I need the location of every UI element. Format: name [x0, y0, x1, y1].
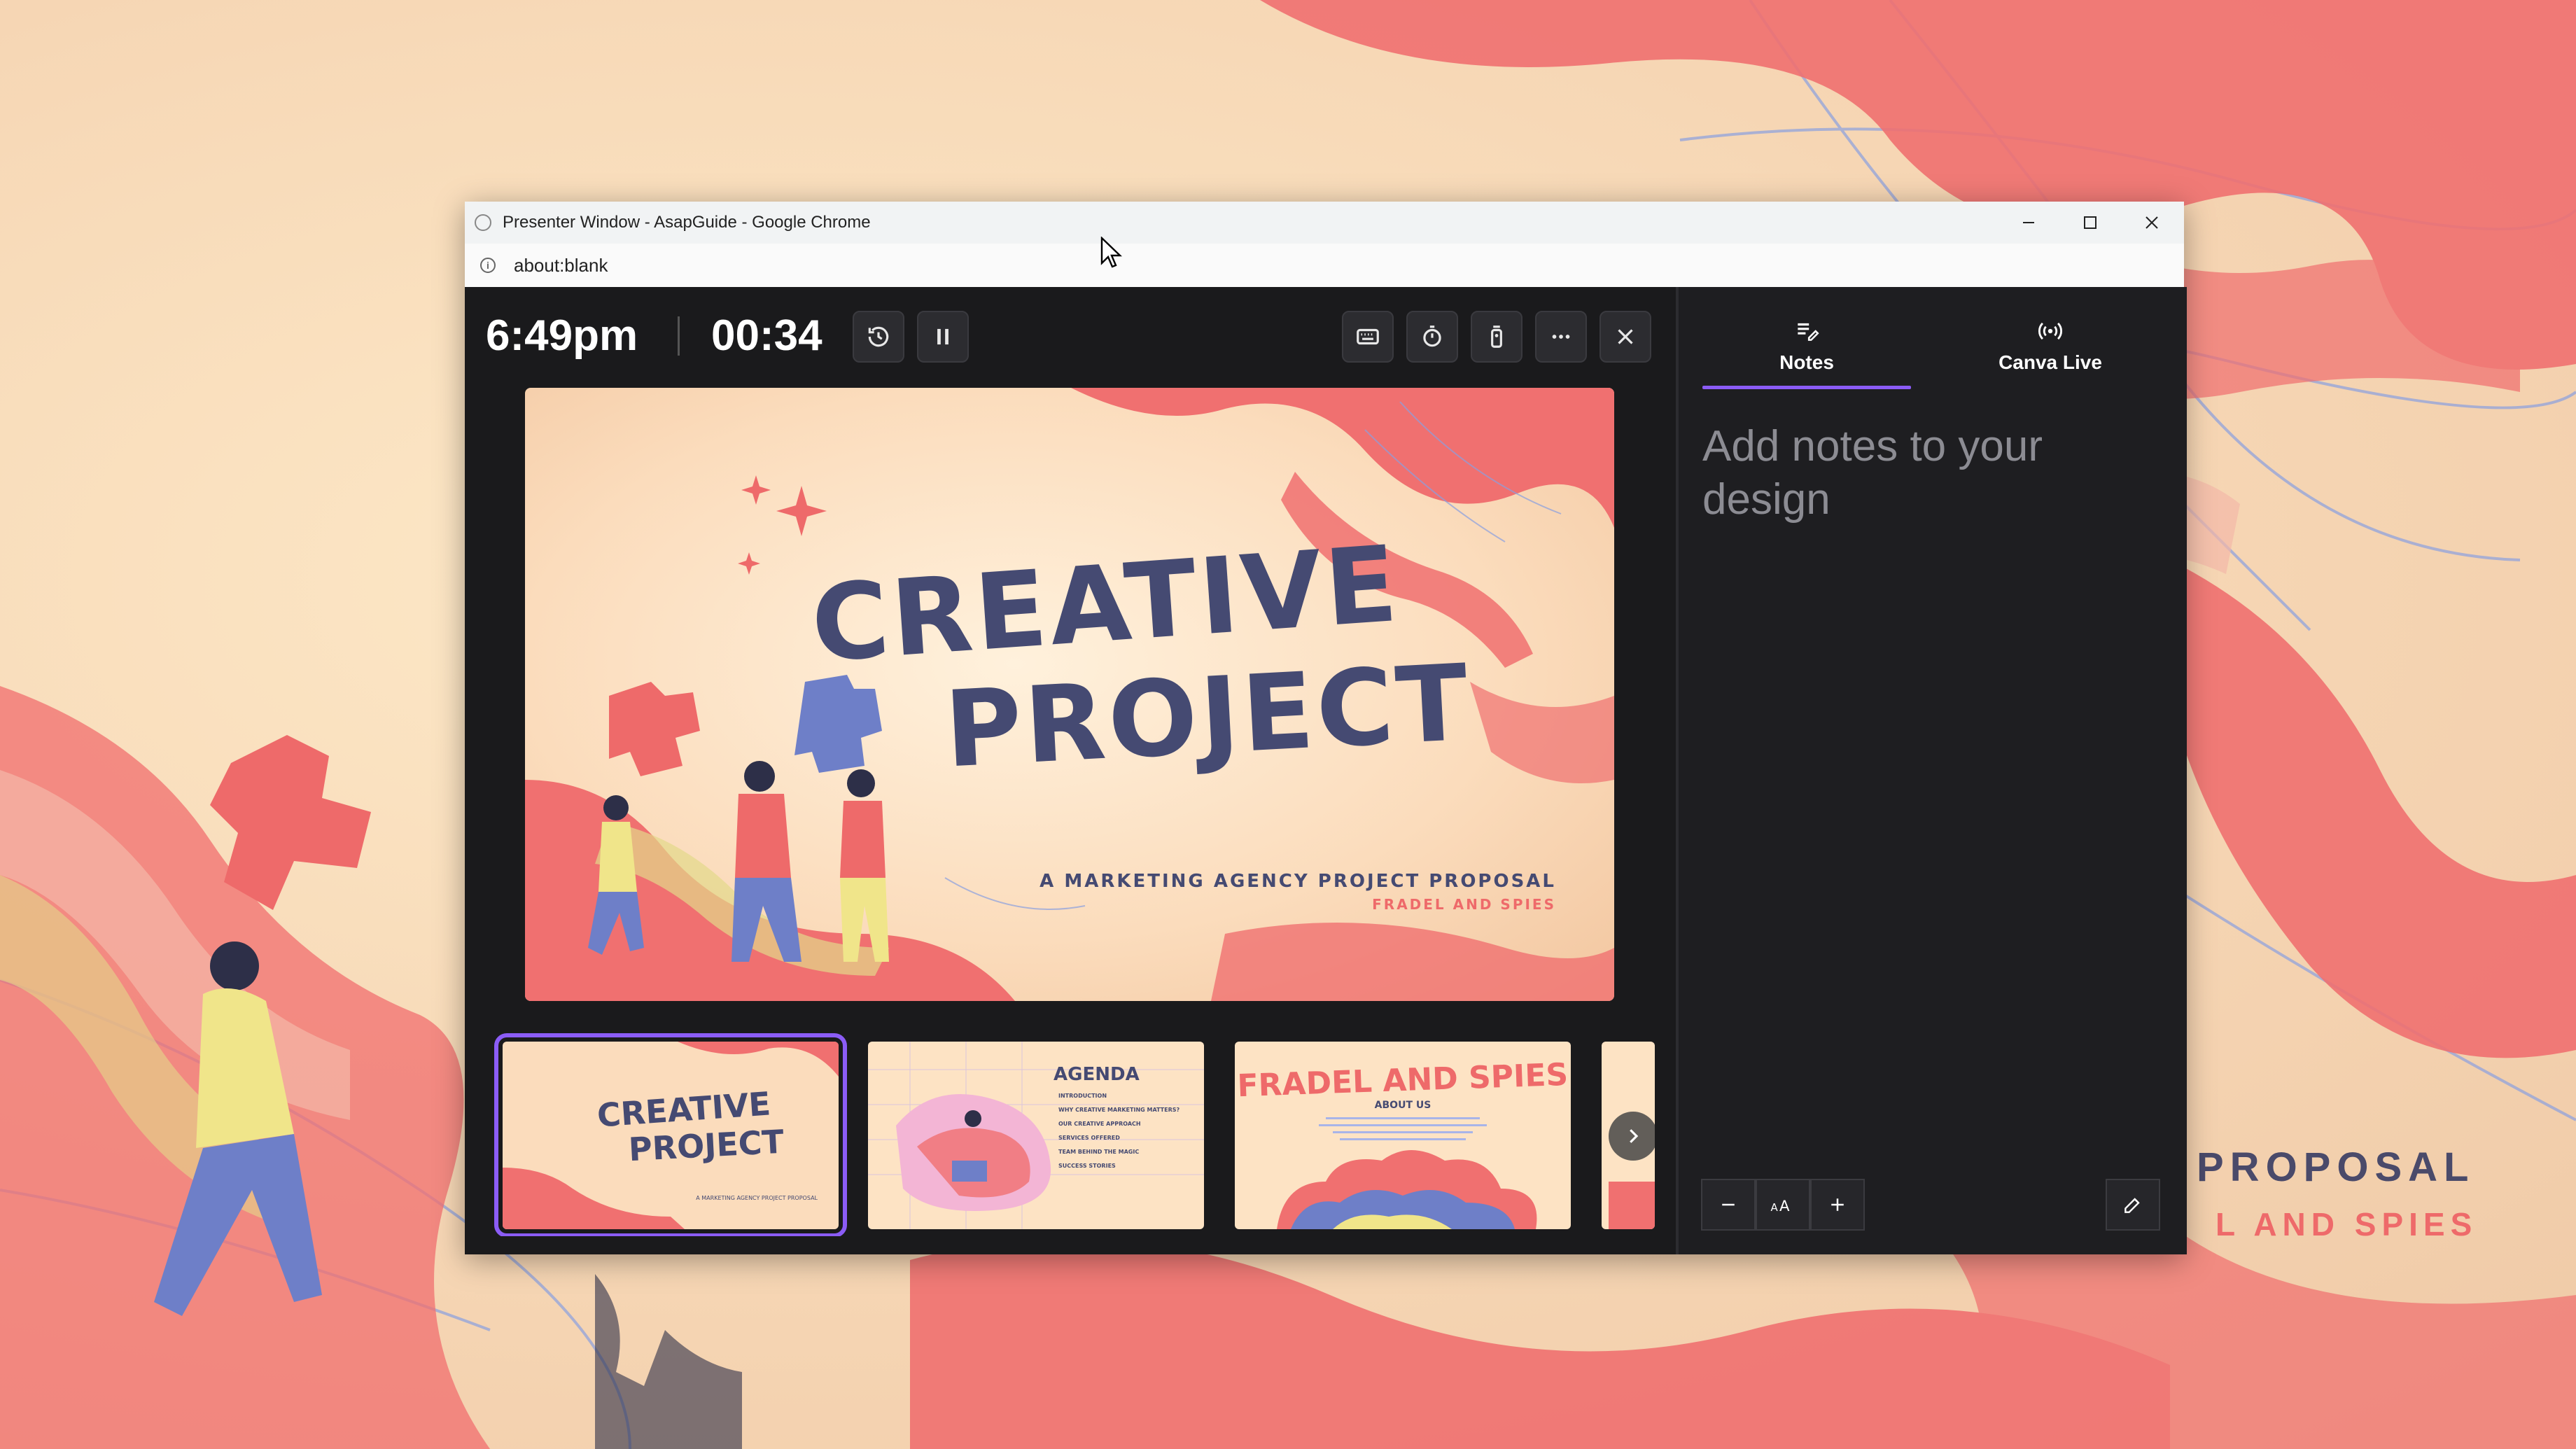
notes-placeholder[interactable]: Add notes to your design — [1702, 420, 2150, 526]
next-thumbnails-button[interactable] — [1609, 1112, 1655, 1161]
pause-icon — [937, 328, 948, 345]
tab-canva-live[interactable]: Canva Live — [1935, 318, 2166, 374]
svg-text:A: A — [1779, 1198, 1790, 1215]
timer-button[interactable] — [1406, 311, 1458, 363]
presenter-window: Presenter Window - AsapGuide - Google Ch… — [465, 202, 2187, 1254]
plus-icon — [1831, 1198, 1844, 1211]
reset-timer-button[interactable] — [853, 311, 904, 363]
minimize-icon — [2023, 222, 2034, 223]
thumbnail-1-caption: A MARKETING AGENCY PROJECT PROPOSAL — [696, 1195, 818, 1201]
agenda-item: OUR CREATIVE APPROACH — [1058, 1121, 1141, 1127]
presenter-main: 6:49pm 00:34 CREATIVE PROJECT A MARKETIN… — [465, 287, 1676, 1254]
font-size-button[interactable]: AA — [1756, 1179, 1810, 1231]
active-tab-indicator — [1702, 386, 1911, 389]
chevron-right-icon — [1630, 1129, 1639, 1143]
increase-font-button[interactable] — [1810, 1179, 1865, 1231]
maximize-icon — [2084, 216, 2096, 229]
maximize-button[interactable] — [2059, 202, 2121, 244]
thumbnail-3-artwork: FRADEL AND SPIES ABOUT US — [1235, 1042, 1571, 1229]
more-options-button[interactable] — [1535, 311, 1587, 363]
decrease-font-button[interactable] — [1701, 1179, 1756, 1231]
thumbnail-2-artwork: AGENDA INTRODUCTION WHY CREATIVE MARKETI… — [868, 1042, 1204, 1229]
svg-text:A: A — [1771, 1201, 1779, 1214]
agenda-item: INTRODUCTION — [1058, 1093, 1107, 1099]
current-time: 6:49pm — [486, 312, 638, 360]
notes-panel: Notes Canva Live Add notes to your desig… — [1676, 287, 2187, 1254]
tab-notes-label: Notes — [1779, 351, 1834, 373]
elapsed-timer: 00:34 — [711, 312, 822, 360]
mouse-cursor-icon — [1100, 237, 1122, 268]
thumbnail-3-subtitle: ABOUT US — [1375, 1100, 1432, 1111]
background-proposal-text: PROPOSAL — [2197, 1144, 2475, 1190]
notes-icon — [1798, 323, 1819, 341]
thumbnail-1-artwork: CREATIVE PROJECT A MARKETING AGENCY PROJ… — [503, 1042, 839, 1229]
thumbnail-slide-3[interactable]: FRADEL AND SPIES ABOUT US — [1235, 1042, 1571, 1229]
close-icon — [2146, 216, 2158, 229]
close-window-button[interactable] — [2121, 202, 2183, 244]
font-size-icon: AA — [1771, 1198, 1791, 1215]
exit-presenter-button[interactable] — [1600, 311, 1651, 363]
slide-thumbnails: CREATIVE PROJECT A MARKETING AGENCY PROJ… — [489, 1026, 1655, 1236]
remote-icon — [1491, 326, 1502, 348]
tab-canva-live-label: Canva Live — [1998, 351, 2102, 373]
agenda-item: TEAM BEHIND THE MAGIC — [1058, 1149, 1139, 1155]
slide-subtitle: A MARKETING AGENCY PROJECT PROPOSAL — [1040, 871, 1556, 892]
remote-control-button[interactable] — [1471, 311, 1522, 363]
agenda-item: SERVICES OFFERED — [1058, 1135, 1120, 1141]
window-title: Presenter Window - AsapGuide - Google Ch… — [503, 213, 871, 232]
slide-author: FRADEL AND SPIES — [1372, 896, 1556, 913]
divider — [678, 316, 680, 356]
keyboard-shortcuts-button[interactable] — [1342, 311, 1394, 363]
more-horizontal-icon — [1552, 335, 1570, 339]
agenda-item: SUCCESS STORIES — [1058, 1163, 1116, 1169]
pause-timer-button[interactable] — [917, 311, 969, 363]
keyboard-icon — [1357, 328, 1379, 345]
address-bar[interactable]: i about:blank — [465, 244, 2184, 288]
close-icon — [1618, 329, 1633, 344]
minimize-button[interactable] — [1998, 202, 2059, 244]
minus-icon — [1722, 1203, 1735, 1206]
info-icon[interactable]: i — [480, 258, 496, 273]
broadcast-icon — [2038, 322, 2063, 340]
url-text: about:blank — [514, 254, 608, 276]
tab-notes[interactable]: Notes — [1679, 318, 1935, 374]
background-author-text: L AND SPIES — [2216, 1206, 2478, 1242]
thumbnail-2-title: AGENDA — [1054, 1064, 1140, 1085]
agenda-item: WHY CREATIVE MARKETING MATTERS? — [1058, 1107, 1180, 1113]
thumbnail-slide-2[interactable]: AGENDA INTRODUCTION WHY CREATIVE MARKETI… — [868, 1042, 1204, 1229]
slide-artwork: CREATIVE PROJECT A MARKETING AGENCY PROJ… — [525, 388, 1614, 1001]
thumbnail-slide-1[interactable]: CREATIVE PROJECT A MARKETING AGENCY PROJ… — [494, 1033, 847, 1236]
window-titlebar[interactable]: Presenter Window - AsapGuide - Google Ch… — [465, 202, 2184, 244]
stopwatch-icon — [1423, 326, 1441, 347]
edit-notes-button[interactable] — [2106, 1179, 2160, 1231]
history-icon — [868, 326, 889, 347]
current-slide[interactable]: CREATIVE PROJECT A MARKETING AGENCY PROJ… — [525, 388, 1614, 1001]
edit-icon — [2124, 1198, 2140, 1213]
chrome-icon — [475, 214, 491, 231]
